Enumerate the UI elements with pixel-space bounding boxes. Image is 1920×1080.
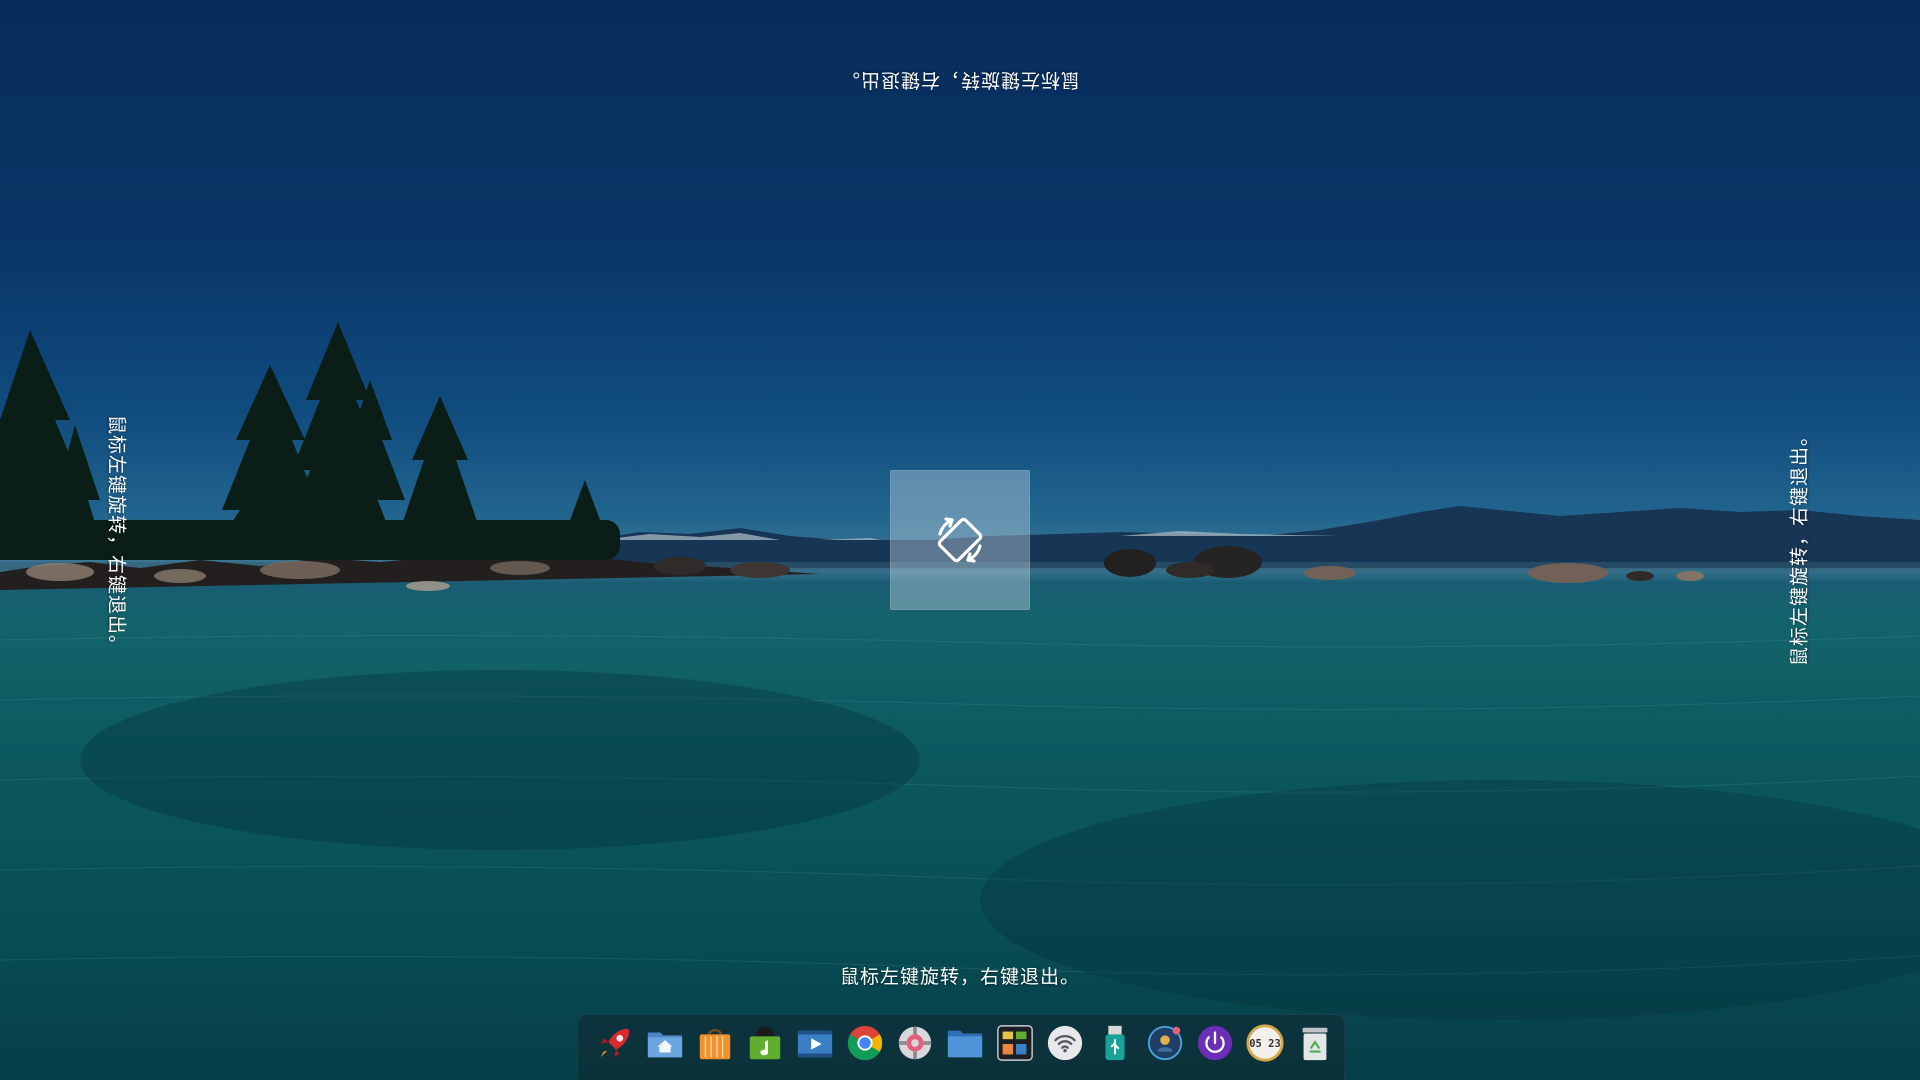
hint-text-top: 鼠标左键旋转，右键退出。 (840, 69, 1081, 91)
hint-text-left: 鼠标左键旋转，右键退出。 (105, 414, 128, 656)
home-folder-icon (647, 1032, 683, 1058)
dock-clock[interactable]: 05 23 (1245, 1020, 1285, 1066)
dock-power[interactable] (1195, 1020, 1235, 1066)
hint-text-bottom: 鼠标左键旋转，右键退出。 (839, 966, 1080, 988)
dock-notifications[interactable] (1145, 1020, 1185, 1066)
notification-icon (1147, 1025, 1183, 1061)
chrome-browser-icon (847, 1025, 883, 1061)
rotate-screen-button[interactable] (890, 470, 1030, 610)
screen-rotation-icon (937, 517, 983, 563)
dock-launcher[interactable] (595, 1020, 635, 1066)
app-store-bag-icon (699, 1028, 731, 1060)
wifi-icon (1047, 1025, 1083, 1061)
dock-file-manager[interactable] (945, 1020, 985, 1066)
hint-text-right: 鼠标左键旋转，右键退出。 (1788, 425, 1811, 667)
launcher-rocket-icon (600, 1028, 630, 1058)
trash-icon (1302, 1027, 1328, 1061)
dock-settings[interactable] (895, 1020, 935, 1066)
file-manager-folder-icon (947, 1030, 983, 1058)
power-icon (1197, 1025, 1233, 1061)
dock-app-store[interactable] (695, 1020, 735, 1066)
music-player-icon (749, 1026, 781, 1060)
dock-trash[interactable] (1295, 1020, 1335, 1066)
system-monitor-icon (997, 1025, 1033, 1061)
dock-network[interactable] (1045, 1020, 1085, 1066)
dock-chrome[interactable] (845, 1020, 885, 1066)
dock-home-folder[interactable] (645, 1020, 685, 1066)
desktop: 鼠标左键旋转，右键退出。 鼠标左键旋转，右键退出。 鼠标左键旋转，右键退出。 鼠… (0, 0, 1920, 1080)
clock-time: 05 23 (1249, 1038, 1281, 1050)
usb-drive-icon (1105, 1025, 1125, 1061)
dock-video[interactable] (795, 1020, 835, 1066)
dock-music[interactable] (745, 1020, 785, 1066)
dock-system-monitor[interactable] (995, 1020, 1035, 1066)
settings-gear-icon (898, 1026, 932, 1060)
dock: 05 23 (577, 1014, 1345, 1080)
dock-usb-drive[interactable] (1095, 1020, 1135, 1066)
clock-icon: 05 23 (1246, 1024, 1284, 1062)
video-player-icon (797, 1030, 833, 1058)
